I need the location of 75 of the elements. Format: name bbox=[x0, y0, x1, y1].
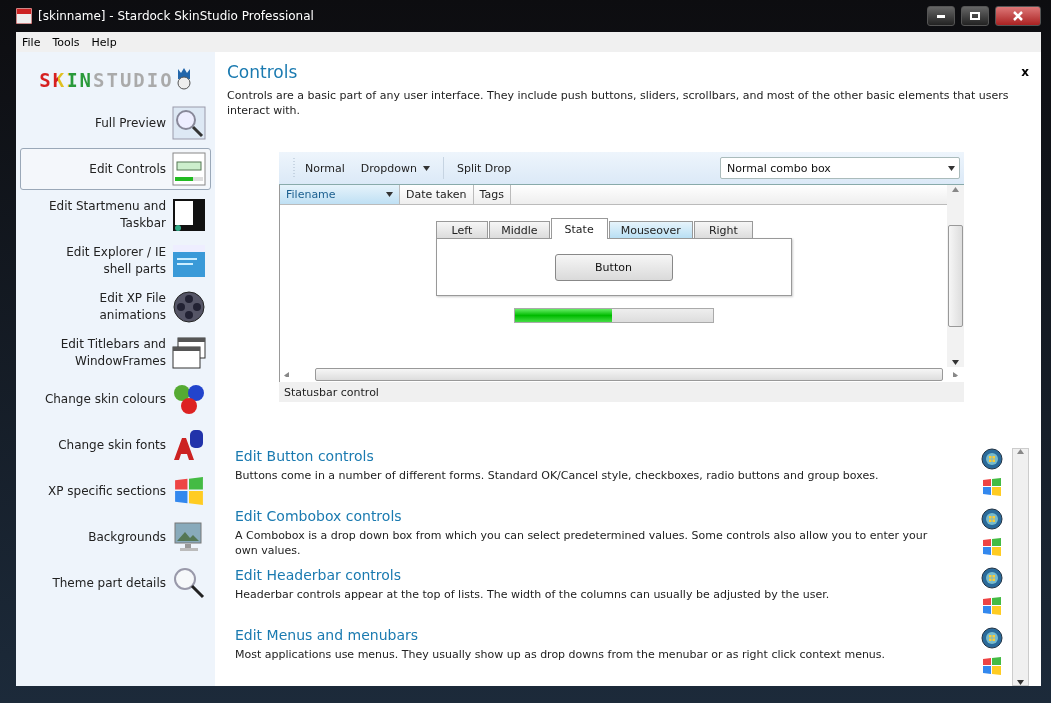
sidebar-item[interactable]: Change skin fonts bbox=[20, 424, 211, 466]
controls-icon bbox=[172, 152, 206, 186]
flag-icon bbox=[172, 474, 206, 508]
tab[interactable]: Right bbox=[693, 221, 753, 239]
arrow-icon bbox=[284, 372, 291, 377]
sidebar-item[interactable]: Backgrounds bbox=[20, 516, 211, 558]
colour-balls-icon bbox=[172, 382, 206, 416]
section-link[interactable]: Edit Menus and menubars bbox=[235, 626, 972, 643]
toolbar-button[interactable]: Normal bbox=[299, 159, 351, 177]
arrow-icon bbox=[1017, 680, 1024, 685]
sidebar-item[interactable]: Edit Explorer / IE shell parts bbox=[20, 240, 211, 282]
menu-item[interactable]: File bbox=[22, 35, 41, 49]
flag-icon bbox=[981, 535, 1003, 558]
orb-icon bbox=[981, 626, 1003, 649]
window-title: [skinname] - Stardock SkinStudio Professional bbox=[38, 9, 315, 23]
section-link[interactable]: Edit Button controls bbox=[235, 448, 972, 464]
explorer-window-icon bbox=[172, 244, 206, 278]
orb-icon bbox=[981, 567, 1003, 589]
page-description: Controls are a basic part of any user interface. They include push buttons, sliders, scrollbars, and most of the other basic elements that users interact with. bbox=[227, 88, 1010, 118]
toolbar-button[interactable]: Dropdown bbox=[354, 159, 436, 177]
font-icon bbox=[172, 428, 206, 462]
sidebar-item[interactable]: Full Preview bbox=[20, 102, 211, 144]
orb-icon bbox=[981, 448, 1003, 470]
film-reel-icon bbox=[172, 290, 206, 324]
caret-icon bbox=[386, 192, 393, 197]
push-button[interactable]: Button bbox=[554, 253, 673, 281]
sidebar-item[interactable]: Edit XP File animations bbox=[20, 286, 211, 328]
tab[interactable]: Mouseover bbox=[608, 221, 693, 239]
section-link[interactable]: Edit Combobox controls bbox=[235, 507, 972, 524]
close-button[interactable]: x bbox=[1021, 65, 1029, 79]
tab[interactable]: Left bbox=[435, 221, 489, 239]
flag-icon bbox=[981, 476, 1003, 498]
sidebar-item[interactable]: Change skin colours bbox=[20, 378, 211, 420]
flag-icon bbox=[981, 595, 1003, 617]
vertical-scrollbar[interactable] bbox=[947, 185, 964, 367]
status-bar: Statusbar control bbox=[279, 382, 964, 402]
column-header[interactable]: Date taken bbox=[400, 185, 474, 204]
windows-stack-icon bbox=[172, 336, 206, 370]
close-button[interactable] bbox=[995, 6, 1041, 26]
caret-icon bbox=[422, 165, 430, 171]
section-description: Headerbar controls appear at the top of lists. The width of the columns can usually be adjusted by the user. bbox=[235, 587, 831, 602]
arrow-icon bbox=[952, 187, 959, 192]
sidebar-item[interactable]: Theme part details bbox=[20, 562, 211, 604]
column-header[interactable]: Tags bbox=[473, 185, 511, 204]
sidebar-item[interactable]: XP specific sections bbox=[20, 470, 211, 512]
vertical-scrollbar[interactable] bbox=[1012, 448, 1029, 686]
tab[interactable]: Middle bbox=[489, 221, 550, 239]
column-header[interactable]: Filename bbox=[280, 185, 400, 204]
maximize-icon bbox=[970, 12, 980, 20]
mascot-icon bbox=[175, 67, 192, 93]
minimize-icon bbox=[937, 14, 945, 18]
sidebar-item[interactable]: Edit Controls bbox=[20, 148, 211, 190]
menu-item[interactable]: Tools bbox=[52, 35, 80, 49]
section-description: Most applications use menus. They usually show up as drop downs from the menubar or as right click context menus. bbox=[235, 646, 887, 662]
start-menu-icon bbox=[172, 198, 206, 232]
arrow-icon bbox=[1017, 449, 1024, 454]
magnifier-icon bbox=[172, 566, 206, 600]
magnifier-icon bbox=[172, 106, 206, 140]
section-link[interactable]: Edit Headerbar controls bbox=[235, 567, 972, 583]
maximize-button[interactable] bbox=[961, 6, 989, 26]
tab[interactable]: State bbox=[550, 218, 608, 239]
app-icon bbox=[16, 8, 32, 24]
caret-icon bbox=[948, 165, 955, 171]
flag-icon bbox=[981, 654, 1003, 677]
sidebar-item[interactable]: Edit Startmenu and Taskbar bbox=[20, 194, 211, 236]
combo-box[interactable]: Normal combo box bbox=[720, 157, 960, 179]
orb-icon bbox=[981, 507, 1003, 530]
toolbar-button[interactable]: Split Drop bbox=[450, 159, 518, 177]
section-description: A Combobox is a drop down box from which you can select predetermined values. Some controls also allow you to enter your own values. bbox=[235, 527, 929, 558]
sidebar-item[interactable]: Edit Titlebars and WindowFrames bbox=[20, 332, 211, 374]
menu-item[interactable]: Help bbox=[91, 35, 117, 49]
section-description: Buttons come in a number of different forms. Standard OK/Cancel style, checkboxes, radio buttons and group boxes. bbox=[235, 468, 880, 483]
minimize-button[interactable] bbox=[927, 6, 955, 26]
page-title: Controls bbox=[227, 62, 298, 82]
close-icon bbox=[1013, 11, 1023, 21]
